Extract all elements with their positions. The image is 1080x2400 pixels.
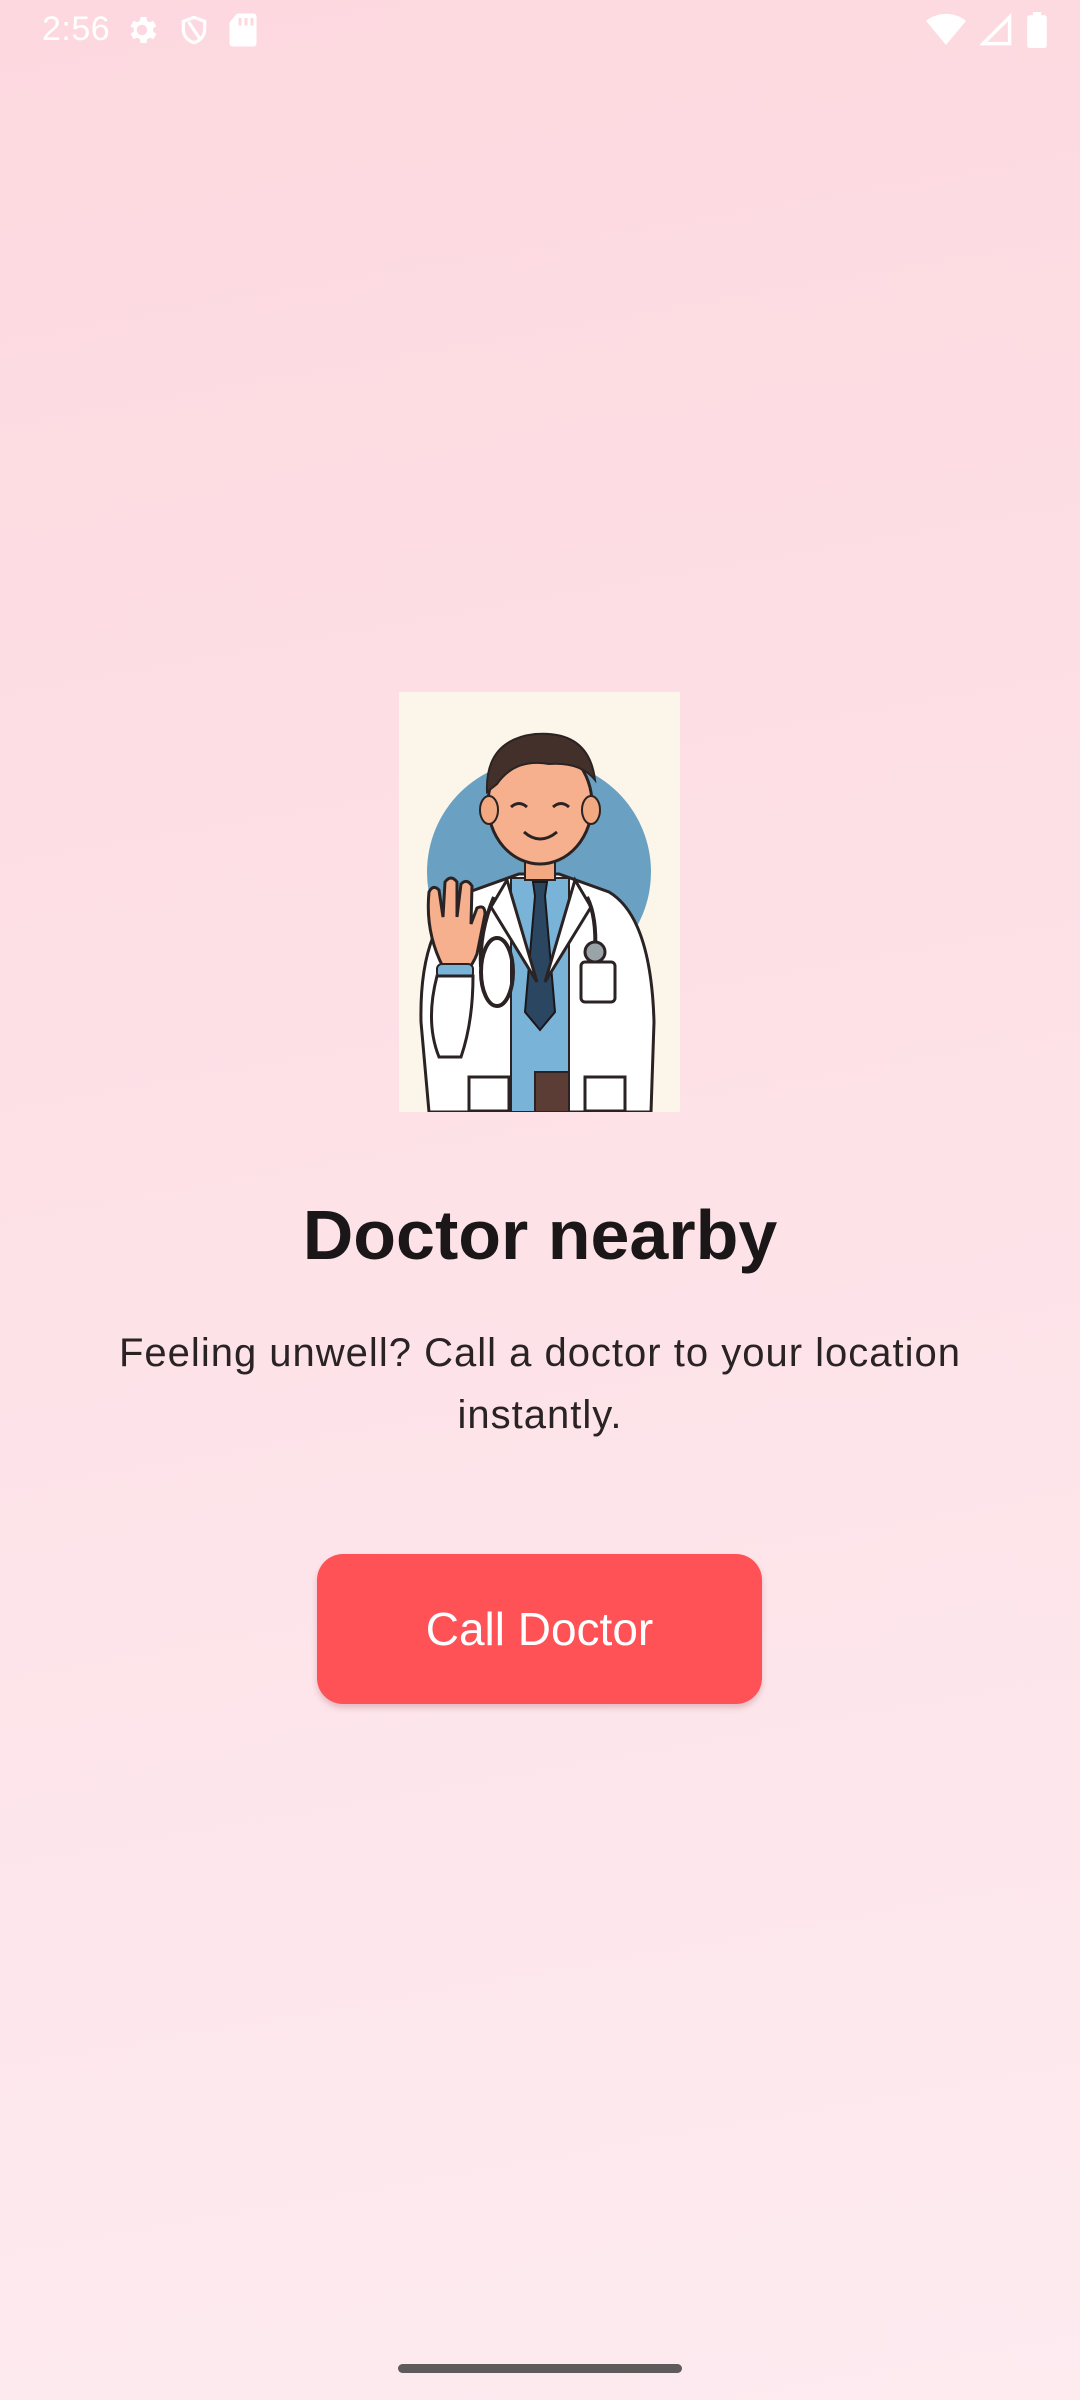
settings-gear-icon (124, 12, 160, 48)
sd-card-icon (228, 12, 258, 48)
doctor-waving-illustration (419, 732, 656, 1112)
page-subtitle: Feeling unwell? Call a doctor to your lo… (119, 1331, 961, 1437)
shield-icon (178, 12, 210, 48)
home-indicator[interactable] (398, 2364, 682, 2373)
status-right-icons (926, 12, 1048, 48)
call-doctor-button[interactable]: Call Doctor (317, 1554, 762, 1704)
battery-icon (1026, 12, 1048, 48)
status-time: 2:56 (42, 10, 111, 48)
cell-signal-icon (980, 13, 1012, 47)
page-title: Doctor nearby (302, 1196, 778, 1274)
wifi-icon (926, 13, 966, 47)
doctor-illustration (399, 692, 680, 1112)
status-left-icons (124, 12, 258, 48)
status-bar: 2:56 (0, 0, 1080, 64)
